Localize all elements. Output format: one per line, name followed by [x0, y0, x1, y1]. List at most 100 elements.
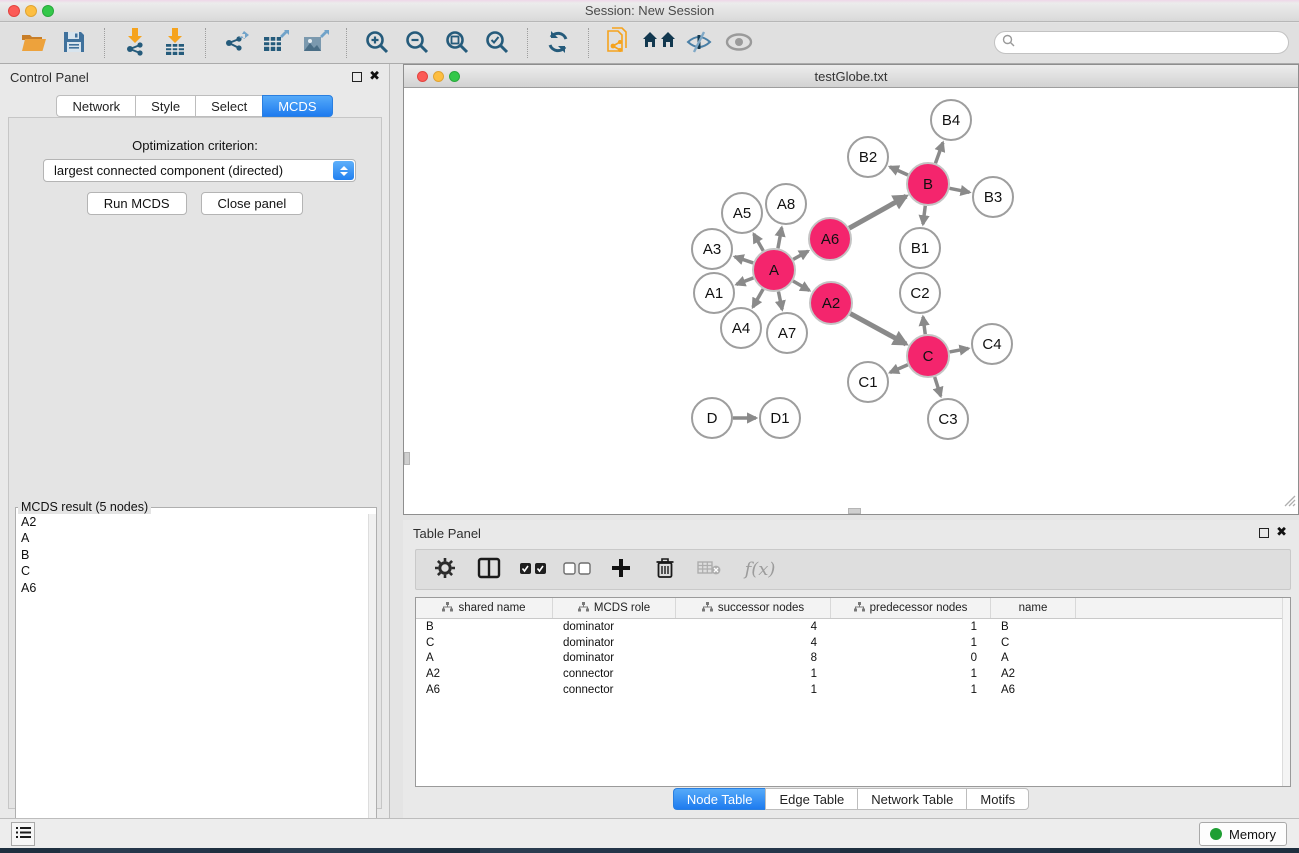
cell-successor-nodes[interactable]: 4	[676, 621, 831, 633]
search-input[interactable]	[1019, 35, 1288, 51]
table-scrollbar[interactable]	[1282, 598, 1290, 786]
cell-predecessor-nodes[interactable]: 1	[831, 668, 991, 680]
graph-edge-C-C4[interactable]	[950, 348, 969, 352]
graph-edge-C-C3[interactable]	[935, 377, 941, 396]
select-all-rows-button[interactable]	[518, 555, 548, 585]
column-header-MCDS-role[interactable]: MCDS role	[553, 598, 676, 618]
table-row[interactable]: A6connector11A6	[416, 682, 1290, 698]
create-column-button[interactable]	[606, 555, 636, 585]
graph-node-B[interactable]: B	[907, 163, 949, 205]
zoom-fit-button[interactable]	[437, 26, 477, 60]
cell-shared-name[interactable]: C	[416, 637, 553, 649]
graphics-details-button[interactable]	[679, 26, 719, 60]
cell-name[interactable]: A6	[991, 684, 1076, 696]
cell-successor-nodes[interactable]: 4	[676, 637, 831, 649]
table-row[interactable]: Adominator80A	[416, 651, 1290, 667]
graph-node-C1[interactable]: C1	[848, 362, 888, 402]
network-canvas[interactable]: AA1A2A3A4A5A6A7A8BB1B2B3B4CC1C2C3C4DD1	[404, 88, 1298, 514]
cell-predecessor-nodes[interactable]: 1	[831, 637, 991, 649]
task-history-button[interactable]	[11, 822, 35, 846]
export-table-button[interactable]	[256, 26, 296, 60]
graph-edge-A-A8[interactable]	[778, 228, 782, 249]
graph-edge-C-C1[interactable]	[890, 365, 908, 373]
graph-edge-A-A4[interactable]	[753, 289, 763, 307]
graph-node-D[interactable]: D	[692, 398, 732, 438]
graph-node-C3[interactable]: C3	[928, 399, 968, 439]
cell-MCDS-role[interactable]: dominator	[553, 652, 676, 664]
graph-node-A3[interactable]: A3	[692, 229, 732, 269]
graph-node-A1[interactable]: A1	[694, 273, 734, 313]
graph-node-C2[interactable]: C2	[900, 273, 940, 313]
result-item[interactable]: A	[16, 530, 376, 546]
canvas-left-handle[interactable]	[404, 452, 410, 465]
cell-shared-name[interactable]: A6	[416, 684, 553, 696]
column-header-shared-name[interactable]: shared name	[416, 598, 553, 618]
result-item[interactable]: A2	[16, 514, 376, 530]
column-header-successor-nodes[interactable]: successor nodes	[676, 598, 831, 618]
tab-node-table[interactable]: Node Table	[673, 788, 766, 810]
table-row[interactable]: A2connector11A2	[416, 666, 1290, 682]
close-panel-icon[interactable]: ✖	[369, 68, 380, 84]
cell-MCDS-role[interactable]: dominator	[553, 637, 676, 649]
cell-name[interactable]: A	[991, 652, 1076, 664]
clone-network-button[interactable]	[599, 26, 639, 60]
tab-mcds[interactable]: MCDS	[262, 95, 332, 117]
cell-successor-nodes[interactable]: 8	[676, 652, 831, 664]
graph-node-C4[interactable]: C4	[972, 324, 1012, 364]
canvas-bottom-handle[interactable]	[848, 508, 861, 514]
cell-shared-name[interactable]: B	[416, 621, 553, 633]
cell-name[interactable]: B	[991, 621, 1076, 633]
memory-button[interactable]: Memory	[1199, 822, 1287, 846]
cell-MCDS-role[interactable]: connector	[553, 684, 676, 696]
export-network-button[interactable]	[216, 26, 256, 60]
open-file-button[interactable]	[14, 26, 54, 60]
network-window-titlebar[interactable]: testGlobe.txt	[404, 65, 1298, 88]
graph-edge-A-A1[interactable]	[736, 278, 753, 285]
float-panel-icon[interactable]	[352, 72, 362, 82]
column-header-name[interactable]: name	[991, 598, 1076, 618]
cell-shared-name[interactable]: A2	[416, 668, 553, 680]
graph-node-B3[interactable]: B3	[973, 177, 1013, 217]
graph-edge-A-A7[interactable]	[778, 292, 782, 310]
graph-edge-A-A5[interactable]	[754, 234, 763, 251]
tab-style[interactable]: Style	[135, 95, 195, 117]
graph-node-A6[interactable]: A6	[809, 218, 851, 260]
cell-shared-name[interactable]: A	[416, 652, 553, 664]
graph-edge-A-A2[interactable]	[793, 281, 809, 290]
import-network-button[interactable]	[115, 26, 155, 60]
zoom-in-button[interactable]	[357, 26, 397, 60]
tab-network-table[interactable]: Network Table	[857, 788, 966, 810]
show-hide-button[interactable]	[719, 26, 759, 60]
home-button[interactable]	[639, 26, 679, 60]
graph-node-A7[interactable]: A7	[767, 313, 807, 353]
function-builder-button[interactable]: f(x)	[738, 555, 782, 585]
tab-motifs[interactable]: Motifs	[966, 788, 1029, 810]
float-table-panel-icon[interactable]	[1259, 528, 1269, 538]
result-scrollbar[interactable]	[368, 514, 376, 841]
zoom-out-button[interactable]	[397, 26, 437, 60]
cell-MCDS-role[interactable]: dominator	[553, 621, 676, 633]
graph-node-B1[interactable]: B1	[900, 228, 940, 268]
save-session-button[interactable]	[54, 26, 94, 60]
table-row[interactable]: Bdominator41B	[416, 619, 1290, 635]
graph-edge-A-A6[interactable]	[793, 251, 808, 259]
cell-predecessor-nodes[interactable]: 0	[831, 652, 991, 664]
table-row[interactable]: Cdominator41C	[416, 635, 1290, 651]
close-table-panel-icon[interactable]: ✖	[1276, 524, 1287, 540]
result-item[interactable]: A6	[16, 580, 376, 596]
graph-edge-B-B1[interactable]	[923, 206, 925, 224]
graph-edge-C-C2[interactable]	[923, 317, 925, 334]
graph-node-D1[interactable]: D1	[760, 398, 800, 438]
graph-edge-B-B2[interactable]	[890, 167, 908, 175]
resize-grip-icon[interactable]	[1284, 494, 1296, 512]
tab-select[interactable]: Select	[195, 95, 262, 117]
cell-successor-nodes[interactable]: 1	[676, 668, 831, 680]
graph-edge-B-B3[interactable]	[950, 188, 970, 192]
graph-node-A2[interactable]: A2	[810, 282, 852, 324]
cell-successor-nodes[interactable]: 1	[676, 684, 831, 696]
cell-name[interactable]: C	[991, 637, 1076, 649]
criterion-dropdown[interactable]: largest connected component (directed)	[43, 159, 356, 182]
table-settings-button[interactable]	[430, 555, 460, 585]
graph-node-A4[interactable]: A4	[721, 308, 761, 348]
run-mcds-button[interactable]: Run MCDS	[87, 192, 187, 215]
